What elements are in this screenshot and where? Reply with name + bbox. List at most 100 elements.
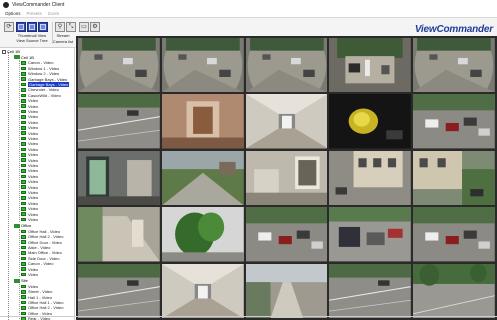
tree-line bbox=[19, 283, 20, 320]
camera-icon bbox=[21, 61, 26, 65]
camera-feed-tile[interactable] bbox=[245, 38, 328, 93]
fullscreen-button[interactable]: ▭ bbox=[79, 22, 89, 32]
camera-feed-tile[interactable] bbox=[329, 207, 412, 262]
camera-icon bbox=[21, 77, 26, 81]
tree-group[interactable]: Cell 1B bbox=[14, 55, 34, 60]
settings-button[interactable]: ⚙ bbox=[90, 22, 100, 32]
refresh-button[interactable]: ⟳ bbox=[4, 22, 14, 32]
camera-icon bbox=[21, 262, 26, 266]
search-button[interactable]: ⚲ bbox=[55, 22, 65, 32]
camera-icon bbox=[21, 126, 26, 130]
grid-view-button[interactable] bbox=[27, 22, 37, 32]
grid-2-icon bbox=[29, 24, 35, 30]
camera-icon bbox=[21, 66, 26, 71]
camera-feed-tile[interactable] bbox=[78, 94, 160, 149]
camera-icon bbox=[21, 190, 26, 195]
tree-group[interactable]: Office bbox=[14, 223, 31, 228]
expand-icon[interactable] bbox=[2, 49, 6, 54]
camera-feed-image bbox=[413, 150, 495, 206]
camera-icon bbox=[21, 217, 26, 222]
camera-feed-image bbox=[245, 207, 328, 262]
camera-feed-tile[interactable] bbox=[329, 263, 412, 318]
menu-zoom[interactable]: Zoom bbox=[48, 11, 60, 16]
camera-feed-tile[interactable] bbox=[329, 94, 412, 149]
camera-feed-tile[interactable] bbox=[413, 38, 495, 93]
camera-feed-tile[interactable] bbox=[329, 38, 412, 93]
camera-icon bbox=[21, 245, 26, 250]
zoom-icon: ⤡ bbox=[68, 24, 74, 30]
camera-feed-tile[interactable] bbox=[413, 263, 495, 318]
camera-tree[interactable]: Cell 1B Cell 1B Canon - Video Window 1 - Vi… bbox=[0, 48, 75, 320]
camera-item[interactable]: Video bbox=[21, 272, 38, 277]
camera-icon bbox=[21, 196, 26, 200]
camera-icon bbox=[21, 120, 26, 125]
camera-feed-tile[interactable] bbox=[78, 207, 160, 262]
camera-feed-image bbox=[161, 207, 244, 262]
camera-feed-tile[interactable] bbox=[161, 150, 244, 206]
camera-item-label: Video bbox=[28, 272, 39, 278]
camera-list-label: Camera list bbox=[52, 39, 74, 44]
camera-feed-tile[interactable] bbox=[78, 38, 160, 93]
brand-logo: ViewCommander bbox=[414, 24, 493, 35]
camera-feed-image bbox=[329, 263, 412, 318]
camera-feed-image bbox=[245, 150, 328, 206]
grid-1-icon bbox=[18, 24, 24, 30]
camera-feed-image bbox=[245, 94, 328, 149]
thumbnail-view-button[interactable] bbox=[16, 22, 26, 32]
source-tree-label: View Source Tree bbox=[16, 38, 48, 43]
camera-icon bbox=[21, 88, 26, 92]
camera-icon bbox=[21, 180, 26, 184]
zoom-button[interactable]: ⤡ bbox=[66, 22, 76, 32]
camera-group-icon bbox=[14, 55, 20, 60]
camera-icon bbox=[21, 109, 26, 114]
camera-feed-tile[interactable] bbox=[161, 263, 244, 318]
camera-group-icon bbox=[14, 278, 20, 283]
camera-icon bbox=[21, 256, 26, 261]
camera-feed-image bbox=[413, 207, 495, 262]
camera-feed-image bbox=[245, 38, 328, 93]
camera-feed-image bbox=[413, 94, 495, 149]
camera-feed-image bbox=[329, 207, 412, 262]
camera-feed-tile[interactable] bbox=[413, 94, 495, 149]
menu-options[interactable]: Options bbox=[5, 11, 21, 16]
tree-root[interactable]: Cell 1B bbox=[2, 49, 20, 54]
camera-icon bbox=[21, 295, 26, 299]
camera-feed-tile[interactable] bbox=[413, 150, 495, 206]
camera-feed-image bbox=[413, 263, 495, 318]
refresh-icon: ⟳ bbox=[6, 24, 12, 30]
camera-icon bbox=[21, 240, 26, 244]
camera-icon bbox=[21, 147, 26, 152]
camera-icon bbox=[21, 235, 26, 239]
app-icon bbox=[3, 2, 9, 8]
grid-3-icon bbox=[40, 24, 46, 30]
camera-item[interactable]: Video bbox=[21, 217, 38, 222]
tree-root-label: Cell 1B bbox=[7, 49, 20, 54]
camera-feed-tile[interactable] bbox=[161, 94, 244, 149]
camera-feed-image bbox=[78, 94, 160, 149]
camera-feed-tile[interactable] bbox=[245, 207, 328, 262]
camera-feed-tile[interactable] bbox=[161, 38, 244, 93]
tree-group[interactable]: Site bbox=[14, 278, 28, 283]
camera-icon bbox=[21, 131, 26, 135]
monitor-icon: ▭ bbox=[81, 24, 87, 30]
camera-feed-tile[interactable] bbox=[245, 94, 328, 149]
camera-icon bbox=[21, 93, 26, 98]
camera-group-icon bbox=[14, 223, 20, 228]
title-bar: ViewCommander Client bbox=[0, 0, 497, 10]
camera-feed-tile[interactable] bbox=[413, 207, 495, 262]
camera-feed-tile[interactable] bbox=[245, 150, 328, 206]
camera-feed-image bbox=[78, 263, 160, 318]
camera-icon bbox=[21, 82, 26, 87]
camera-feed-tile[interactable] bbox=[78, 150, 160, 206]
single-view-button[interactable] bbox=[38, 22, 48, 32]
camera-feed-tile[interactable] bbox=[245, 263, 328, 318]
camera-grid bbox=[76, 36, 497, 320]
camera-feed-image bbox=[78, 38, 160, 93]
camera-feed-tile[interactable] bbox=[329, 150, 412, 206]
camera-icon bbox=[21, 169, 26, 173]
camera-icon bbox=[21, 284, 26, 289]
tree-line bbox=[19, 60, 20, 223]
camera-feed-tile[interactable] bbox=[78, 263, 160, 318]
menu-presets[interactable]: Presets bbox=[27, 11, 42, 16]
camera-feed-tile[interactable] bbox=[161, 207, 244, 262]
